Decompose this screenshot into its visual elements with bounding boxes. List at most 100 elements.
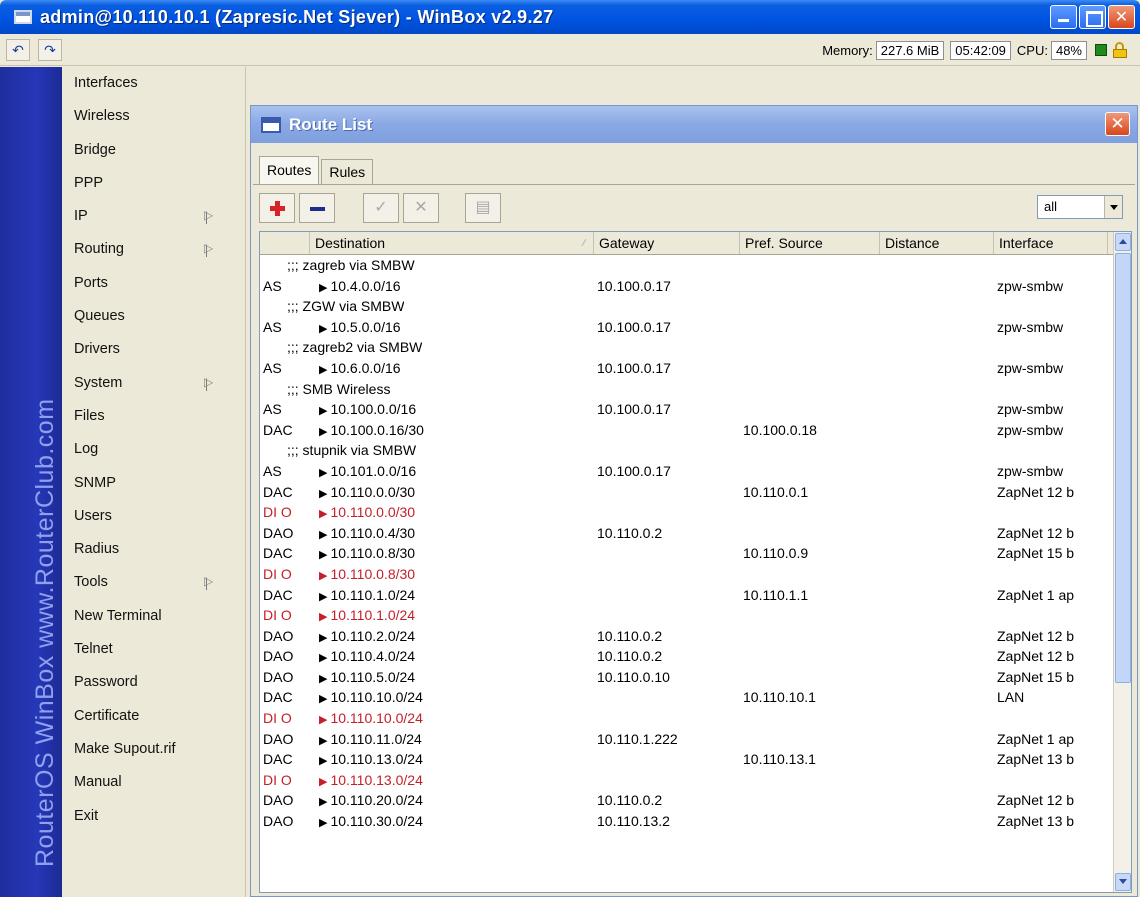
route-table-scrollbar[interactable] — [1113, 232, 1131, 892]
remove-route-button[interactable] — [299, 193, 335, 223]
table-row[interactable]: DAO ▶ 10.110.0.4/30 10.110.0.2 ZapNet 12 b — [260, 523, 1131, 544]
close-button[interactable]: ✕ — [1108, 5, 1135, 29]
table-row[interactable]: AS ▶ 10.100.0.0/16 10.100.0.17 zpw-smbw — [260, 399, 1131, 420]
column-header-flags[interactable] — [260, 232, 310, 254]
cell-src — [740, 399, 880, 420]
table-row[interactable]: AS ▶ 10.4.0.0/16 10.100.0.17 zpw-smbw — [260, 276, 1131, 297]
table-row[interactable]: DAO ▶ 10.110.5.0/24 10.110.0.10 ZapNet 15 b — [260, 667, 1131, 688]
tab-routes[interactable]: Routes — [259, 156, 320, 184]
table-row[interactable]: DAO ▶ 10.110.30.0/24 10.110.13.2 ZapNet 13 b — [260, 811, 1131, 832]
window-titlebar[interactable]: admin@10.110.10.1 (Zapresic.Net Sjever) … — [0, 0, 1140, 34]
route-list-titlebar[interactable]: Route List ✕ — [251, 106, 1137, 143]
menu-item-files[interactable]: Files — [62, 400, 245, 433]
route-comment-row[interactable]: ;;; zagreb2 via SMBW — [260, 337, 1131, 358]
cell-flags: DAO — [263, 524, 294, 541]
table-row[interactable]: DAO ▶ 10.110.11.0/24 10.110.1.222 ZapNet 1 a… — [260, 729, 1131, 750]
cell-src — [740, 811, 880, 832]
cell-src — [740, 358, 880, 379]
menu-item-new-terminal[interactable]: New Terminal — [62, 600, 245, 633]
route-play-icon: ▶ — [319, 528, 328, 541]
cell-iface: zpw-smbw — [997, 462, 1064, 479]
comment-route-button[interactable]: ▤ — [465, 193, 501, 223]
table-row[interactable]: DI O ▶ 10.110.0.8/30 — [260, 564, 1131, 585]
table-row[interactable]: DAO ▶ 10.110.20.0/24 10.110.0.2 ZapNet 12 b — [260, 790, 1131, 811]
column-header-pref-source[interactable]: Pref. Source — [740, 232, 880, 254]
tab-rules[interactable]: Rules — [321, 159, 374, 184]
maximize-button[interactable] — [1079, 5, 1106, 29]
disable-route-button[interactable]: ✕ — [403, 193, 439, 223]
table-row[interactable]: DI O ▶ 10.110.0.0/30 — [260, 502, 1131, 523]
window-title: admin@10.110.10.1 (Zapresic.Net Sjever) … — [40, 6, 554, 27]
menu-item-interfaces[interactable]: Interfaces — [62, 67, 245, 100]
table-row[interactable]: AS ▶ 10.6.0.0/16 10.100.0.17 zpw-smbw — [260, 358, 1131, 379]
table-row[interactable]: AS ▶ 10.101.0.0/16 10.100.0.17 zpw-smbw — [260, 461, 1131, 482]
table-row[interactable]: DAO ▶ 10.110.2.0/24 10.110.0.2 ZapNet 12 b — [260, 626, 1131, 647]
cell-dst: ▶ 10.110.20.0/24 — [310, 790, 594, 811]
menu-item-ports[interactable]: Ports — [62, 267, 245, 300]
column-header-distance[interactable]: Distance — [880, 232, 994, 254]
route-play-icon: ▶ — [319, 796, 328, 809]
route-play-icon: ▶ — [319, 405, 328, 418]
route-comment-row[interactable]: ;;; zagreb via SMBW — [260, 255, 1131, 276]
cell-iface: ZapNet 1 ap — [997, 730, 1075, 747]
table-row[interactable]: DAC ▶ 10.110.1.0/24 10.110.1.1 ZapNet 1 ap — [260, 585, 1131, 606]
route-list-close-button[interactable]: ✕ — [1105, 112, 1130, 136]
menu-item-queues[interactable]: Queues — [62, 300, 245, 333]
redo-button[interactable]: ↷ — [38, 39, 62, 61]
column-header-gateway[interactable]: Gateway — [594, 232, 740, 254]
column-header-interface[interactable]: Interface — [994, 232, 1108, 254]
table-row[interactable]: DAO ▶ 10.110.4.0/24 10.110.0.2 ZapNet 12 b — [260, 646, 1131, 667]
table-row[interactable]: DAC ▶ 10.110.13.0/24 10.110.13.1 ZapNet 13 b — [260, 749, 1131, 770]
cell-flags: DAC — [263, 689, 293, 706]
cell-dist — [880, 646, 994, 667]
menu-item-certificate[interactable]: Certificate — [62, 700, 245, 733]
cell-src — [740, 667, 880, 688]
menu-item-routing[interactable]: Routing — [62, 233, 245, 266]
enable-route-button[interactable]: ✓ — [363, 193, 399, 223]
menu-item-bridge[interactable]: Bridge — [62, 134, 245, 167]
cell-gw: 10.110.0.2 — [597, 792, 663, 809]
table-row[interactable]: DAC ▶ 10.110.10.0/24 10.110.10.1 LAN — [260, 687, 1131, 708]
menu-item-make-supout-rif[interactable]: Make Supout.rif — [62, 733, 245, 766]
menu-item-log[interactable]: Log — [62, 433, 245, 466]
cell-dist — [880, 811, 994, 832]
menu-item-label: SNMP — [74, 474, 116, 491]
menu-item-wireless[interactable]: Wireless — [62, 100, 245, 133]
table-row[interactable]: AS ▶ 10.5.0.0/16 10.100.0.17 zpw-smbw — [260, 317, 1131, 338]
route-filter-select[interactable]: all — [1037, 195, 1123, 219]
route-play-icon: ▶ — [319, 611, 328, 624]
add-route-button[interactable] — [259, 193, 295, 223]
menu-item-users[interactable]: Users — [62, 500, 245, 533]
clock-value: 05:42:09 — [950, 40, 1011, 60]
scroll-up-button[interactable] — [1115, 233, 1131, 251]
route-comment-row[interactable]: ;;; stupnik via SMBW — [260, 440, 1131, 461]
column-header-destination[interactable]: Destination ∕ — [310, 232, 594, 254]
menu-item-radius[interactable]: Radius — [62, 533, 245, 566]
table-row[interactable]: DAC ▶ 10.110.0.8/30 10.110.0.9 ZapNet 15 b — [260, 543, 1131, 564]
menu-item-ip[interactable]: IP — [62, 200, 245, 233]
menu-item-drivers[interactable]: Drivers — [62, 333, 245, 366]
minimize-button[interactable] — [1050, 5, 1077, 29]
menu-item-system[interactable]: System — [62, 367, 245, 400]
cell-src: 10.110.13.1 — [743, 751, 816, 768]
menu-item-manual[interactable]: Manual — [62, 766, 245, 799]
cell-dst: ▶ 10.110.4.0/24 — [310, 646, 594, 667]
table-row[interactable]: DI O ▶ 10.110.10.0/24 — [260, 708, 1131, 729]
cell-dst: ▶ 10.6.0.0/16 — [310, 358, 594, 379]
menu-item-tools[interactable]: Tools — [62, 566, 245, 599]
cell-gw: 10.110.0.10 — [597, 668, 670, 685]
menu-item-ppp[interactable]: PPP — [62, 167, 245, 200]
table-row[interactable]: DAC ▶ 10.110.0.0/30 10.110.0.1 ZapNet 12 b — [260, 482, 1131, 503]
menu-item-snmp[interactable]: SNMP — [62, 467, 245, 500]
table-row[interactable]: DAC ▶ 10.100.0.16/30 10.100.0.18 zpw-smbw — [260, 420, 1131, 441]
route-comment-row[interactable]: ;;; SMB Wireless — [260, 379, 1131, 400]
menu-item-password[interactable]: Password — [62, 666, 245, 699]
route-comment-row[interactable]: ;;; ZGW via SMBW — [260, 296, 1131, 317]
menu-item-exit[interactable]: Exit — [62, 800, 245, 833]
undo-button[interactable]: ↶ — [6, 39, 30, 61]
table-row[interactable]: DI O ▶ 10.110.13.0/24 — [260, 770, 1131, 791]
scroll-thumb[interactable] — [1115, 253, 1131, 683]
scroll-down-button[interactable] — [1115, 873, 1131, 891]
table-row[interactable]: DI O ▶ 10.110.1.0/24 — [260, 605, 1131, 626]
menu-item-telnet[interactable]: Telnet — [62, 633, 245, 666]
